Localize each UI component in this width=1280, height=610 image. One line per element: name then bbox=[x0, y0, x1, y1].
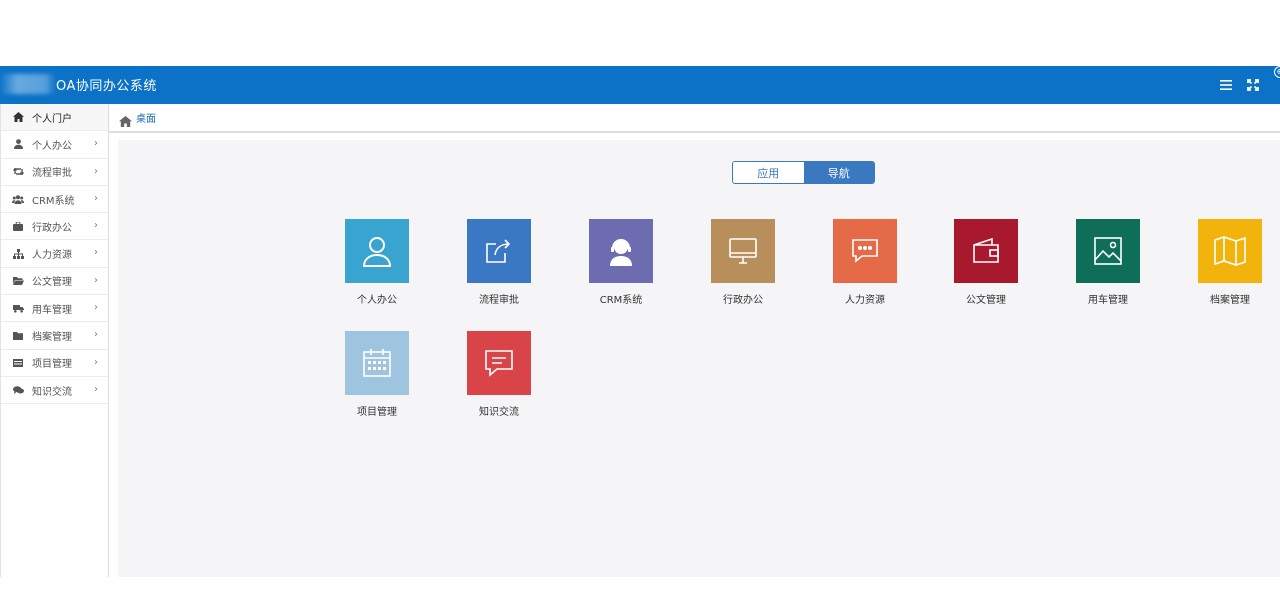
sidebar-item-projects[interactable]: 项目管理 › bbox=[1, 350, 108, 377]
tile-archives[interactable]: 档案管理 bbox=[1190, 219, 1270, 306]
message-icon bbox=[485, 350, 513, 377]
sidebar-item-label: 个人门户 bbox=[32, 113, 72, 125]
chevron-right-icon: › bbox=[94, 138, 98, 150]
folder-icon bbox=[12, 330, 24, 342]
app-header: OA协同办公系统 bbox=[0, 66, 1280, 104]
folder-open-icon bbox=[12, 275, 24, 287]
wallet-icon bbox=[973, 237, 999, 263]
tile-label: 流程审批 bbox=[479, 295, 519, 306]
chevron-right-icon: › bbox=[94, 302, 98, 314]
tile-icon-box bbox=[467, 219, 531, 283]
users-icon bbox=[12, 193, 24, 205]
sidebar-item-knowledge[interactable]: 知识交流 › bbox=[1, 377, 108, 405]
map-icon bbox=[1214, 236, 1246, 266]
tile-label: 项目管理 bbox=[357, 407, 397, 418]
sidebar-item-label: 个人办公 bbox=[32, 140, 72, 152]
sidebar-item-personal-office[interactable]: 个人办公 › bbox=[1, 131, 108, 159]
sidebar-item-hr[interactable]: 人力资源 › bbox=[1, 240, 108, 268]
tile-label: 人力资源 bbox=[845, 295, 885, 306]
customer-service-icon bbox=[610, 239, 632, 266]
sidebar-item-label: 公文管理 bbox=[32, 277, 72, 289]
share-square-icon bbox=[486, 239, 511, 263]
tile-icon-box bbox=[1198, 219, 1262, 283]
chat-dots-icon bbox=[852, 239, 878, 263]
tile-hr[interactable]: 人力资源 bbox=[825, 219, 905, 306]
chevron-right-icon: › bbox=[94, 220, 98, 232]
retweet-icon bbox=[12, 166, 24, 178]
chevron-right-icon: › bbox=[94, 165, 98, 177]
tile-label: 公文管理 bbox=[966, 295, 1006, 306]
sidebar-item-workflow[interactable]: 流程审批 › bbox=[1, 159, 108, 186]
tile-label: 用车管理 bbox=[1088, 295, 1128, 306]
tile-label: 知识交流 bbox=[479, 407, 519, 418]
sidebar-item-documents[interactable]: 公文管理 › bbox=[1, 268, 108, 296]
calendar-icon bbox=[363, 349, 391, 377]
app-title: OA协同办公系统 bbox=[56, 79, 157, 94]
chevron-right-icon: › bbox=[94, 192, 98, 204]
corner-badge-icon[interactable]: ⊕ bbox=[1274, 66, 1280, 78]
tile-label: 个人办公 bbox=[357, 295, 397, 306]
picture-icon bbox=[1094, 237, 1122, 265]
tile-label: 档案管理 bbox=[1210, 295, 1250, 306]
tile-icon-box bbox=[711, 219, 775, 283]
fullscreen-icon[interactable] bbox=[1243, 75, 1263, 95]
tile-knowledge[interactable]: 知识交流 bbox=[459, 331, 539, 418]
toggle-nav[interactable]: 导航 bbox=[803, 162, 874, 183]
sidebar-item-archives[interactable]: 档案管理 › bbox=[1, 322, 108, 350]
sidebar-item-label: 用车管理 bbox=[32, 304, 72, 316]
sitemap-icon bbox=[12, 248, 24, 260]
view-toggle: 应用 导航 bbox=[732, 161, 875, 184]
tile-icon-box bbox=[833, 219, 897, 283]
tile-icon-box bbox=[954, 219, 1018, 283]
chevron-right-icon: › bbox=[94, 356, 98, 368]
tile-crm[interactable]: CRM系统 bbox=[581, 219, 661, 306]
tile-workflow[interactable]: 流程审批 bbox=[459, 219, 539, 306]
home-icon bbox=[119, 112, 132, 127]
sidebar-item-vehicles[interactable]: 用车管理 › bbox=[1, 295, 108, 323]
breadcrumb-desktop-link[interactable]: 桌面 bbox=[136, 110, 156, 125]
sidebar-item-label: 人力资源 bbox=[32, 250, 72, 262]
chevron-right-icon: › bbox=[94, 329, 98, 341]
bottom-blank-area bbox=[0, 577, 1280, 610]
comments-icon bbox=[12, 384, 24, 396]
sidebar-item-label: 流程审批 bbox=[32, 168, 72, 180]
user-outline-icon bbox=[362, 237, 392, 267]
tile-icon-box bbox=[467, 331, 531, 395]
tile-label: 行政办公 bbox=[723, 295, 763, 306]
list-icon bbox=[12, 357, 24, 369]
tile-vehicles[interactable]: 用车管理 bbox=[1068, 219, 1148, 306]
user-icon bbox=[12, 138, 24, 150]
sidebar-item-label: CRM系统 bbox=[32, 195, 75, 207]
tile-personal-office[interactable]: 个人办公 bbox=[337, 219, 417, 306]
main-content: 应用 导航 个人办公 流程审批 CRM系统 行政办公 人力资源 公文管理 用车管… bbox=[118, 140, 1280, 577]
toggle-apps[interactable]: 应用 bbox=[733, 162, 804, 183]
menu-icon[interactable] bbox=[1216, 75, 1236, 95]
sidebar-item-admin-office[interactable]: 行政办公 › bbox=[1, 213, 108, 241]
tile-admin-office[interactable]: 行政办公 bbox=[703, 219, 783, 306]
monitor-icon bbox=[729, 238, 757, 264]
truck-icon bbox=[12, 302, 24, 314]
sidebar-item-label: 行政办公 bbox=[32, 222, 72, 234]
tile-icon-box bbox=[345, 219, 409, 283]
logo bbox=[0, 74, 56, 94]
briefcase-icon bbox=[12, 220, 24, 232]
tile-icon-box bbox=[345, 331, 409, 395]
tile-icon-box bbox=[589, 219, 653, 283]
top-blank-area bbox=[0, 0, 1280, 66]
tile-projects[interactable]: 项目管理 bbox=[337, 331, 417, 418]
breadcrumb: 桌面 bbox=[109, 104, 1280, 133]
sidebar-item-label: 知识交流 bbox=[32, 386, 72, 398]
chevron-right-icon: › bbox=[94, 247, 98, 259]
tile-icon-box bbox=[1076, 219, 1140, 283]
tile-label: CRM系统 bbox=[599, 295, 643, 306]
home-icon bbox=[12, 111, 24, 123]
sidebar: 个人门户 个人办公 › 流程审批 › CRM系统 › 行政办公 › 人力资源 › bbox=[0, 104, 109, 577]
chevron-right-icon: › bbox=[94, 383, 98, 395]
sidebar-item-crm[interactable]: CRM系统 › bbox=[1, 186, 108, 214]
sidebar-item-personal-portal[interactable]: 个人门户 bbox=[1, 104, 108, 132]
sidebar-item-label: 项目管理 bbox=[32, 359, 72, 371]
tile-documents[interactable]: 公文管理 bbox=[946, 219, 1026, 306]
chevron-right-icon: › bbox=[94, 274, 98, 286]
sidebar-item-label: 档案管理 bbox=[32, 332, 72, 344]
